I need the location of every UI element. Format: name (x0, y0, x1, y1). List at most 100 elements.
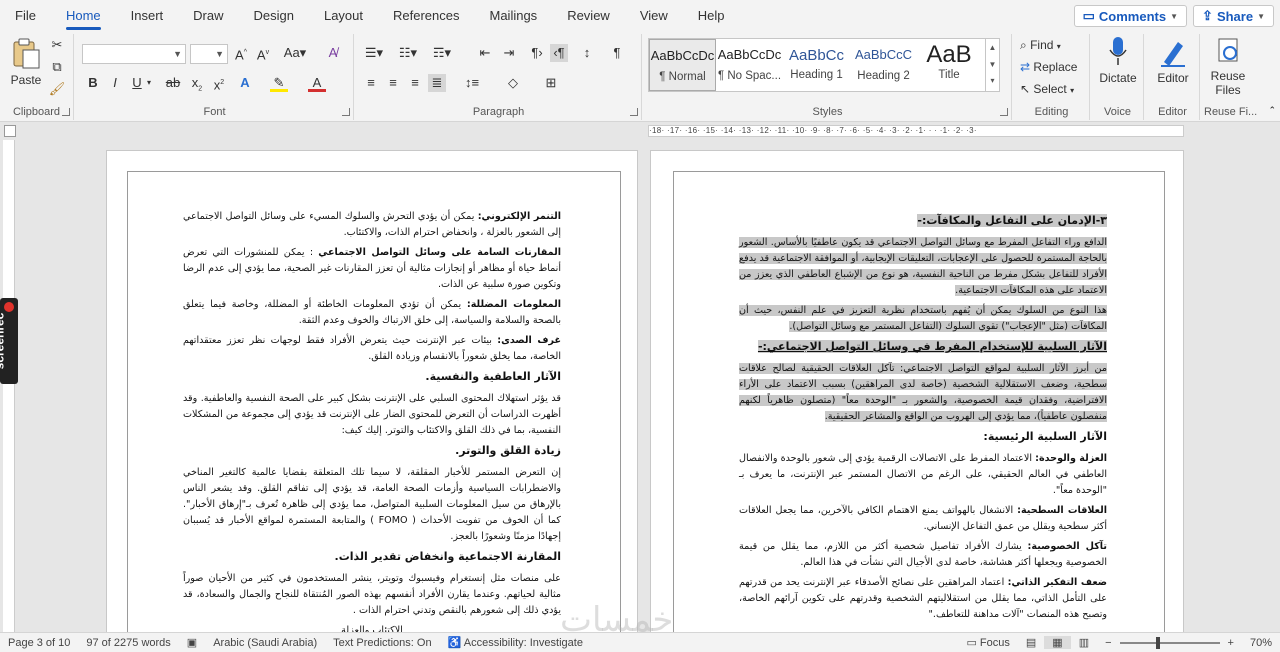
tab-mailings[interactable]: Mailings (475, 0, 553, 32)
microphone-icon (1109, 37, 1127, 65)
style-heading-2[interactable]: AaBbCcC Heading 2 (850, 39, 917, 91)
styles-group-label: Styles (812, 106, 843, 118)
format-painter-icon[interactable]: 🖌 (48, 80, 66, 98)
sort-icon[interactable]: ↕ (578, 44, 596, 62)
tab-file[interactable]: File (0, 0, 51, 32)
text-effects-icon[interactable]: A (236, 74, 254, 92)
comments-button[interactable]: ▭ Comments ▼ (1073, 5, 1188, 27)
highlight-icon[interactable]: ✎ (270, 74, 288, 92)
clear-formatting-icon[interactable]: A̸ (324, 44, 342, 62)
tab-view[interactable]: View (625, 0, 683, 32)
status-bar: Page 3 of 10 97 of 2275 words ▣ Arabic (… (0, 632, 1280, 652)
paste-button[interactable]: Paste (6, 38, 46, 87)
heading: زيادة القلق والتوتر. (455, 444, 561, 457)
tab-home[interactable]: Home (51, 0, 116, 32)
more-styles-icon[interactable]: ▾ (986, 73, 999, 89)
font-size-combo[interactable]: ▼ (190, 44, 228, 64)
rtl-icon[interactable]: ‹¶ (550, 44, 568, 62)
chevron-down-icon[interactable]: ▾ (144, 74, 154, 92)
paragraph-launcher[interactable] (630, 108, 638, 116)
gallery-scroll[interactable]: ▲ ▼ ▾ (985, 39, 999, 91)
clipboard-launcher[interactable] (62, 108, 70, 116)
italic-icon[interactable]: I (106, 74, 124, 92)
find-button[interactable]: ⌕ Find ▾ (1020, 38, 1061, 53)
replace-button[interactable]: ⇄ Replace (1020, 60, 1077, 74)
language-status[interactable]: Arabic (Saudi Arabia) (205, 637, 325, 649)
chevron-up-icon[interactable]: ▲ (986, 39, 999, 56)
chevron-down-icon[interactable]: ▼ (986, 56, 999, 73)
page-count[interactable]: Page 3 of 10 (0, 637, 78, 649)
styles-launcher[interactable] (1000, 108, 1008, 116)
focus-button[interactable]: ▭ Focus (958, 636, 1017, 649)
subscript-icon[interactable]: x2 (188, 74, 206, 93)
collapse-ribbon-icon[interactable]: ⌃ (1268, 105, 1276, 116)
cut-icon[interactable]: ✂ (48, 36, 66, 54)
proofing-icon[interactable]: ▣ (179, 636, 205, 649)
tab-references[interactable]: References (378, 0, 474, 32)
shrink-font-icon[interactable]: Av (254, 44, 272, 62)
screenrec-badge[interactable]: screenrec (0, 298, 18, 384)
styles-group: AaBbCcDc ¶ Normal AaBbCcDc ¶ No Spac... … (644, 34, 1012, 120)
shading-icon[interactable]: ◇ (504, 74, 522, 92)
font-group: ▼ ▼ A^ Av Aa▾ A̸ B I U ▾ ab x2 x2 A ✎ A … (76, 34, 354, 120)
word-count[interactable]: 97 of 2275 words (78, 637, 178, 649)
strikethrough-icon[interactable]: ab (164, 74, 182, 92)
ltr-icon[interactable]: ¶› (528, 44, 546, 62)
zoom-in-icon[interactable]: + (1220, 637, 1242, 649)
horizontal-ruler[interactable]: ·18· ·17· ·16· ·15· ·14· ·13· ·12· ·11· … (648, 125, 1184, 137)
tab-help[interactable]: Help (683, 0, 740, 32)
tab-design[interactable]: Design (239, 0, 309, 32)
chevron-down-icon: ▼ (215, 49, 224, 59)
style-no-spacing[interactable]: AaBbCcDc ¶ No Spac... (716, 39, 783, 91)
copy-icon[interactable]: ⧉ (48, 58, 66, 76)
web-layout-icon[interactable]: ▥ (1071, 636, 1097, 649)
paragraph: العزلة والوحدة: الاعتماد المفرط على الات… (739, 453, 1107, 496)
voice-group-label: Voice (1104, 106, 1131, 118)
tab-layout[interactable]: Layout (309, 0, 378, 32)
tab-draw[interactable]: Draw (178, 0, 238, 32)
style-normal[interactable]: AaBbCcDc ¶ Normal (649, 39, 716, 91)
increase-indent-icon[interactable]: ⇥ (500, 44, 518, 62)
borders-icon[interactable]: ⊞ (542, 74, 560, 92)
read-mode-icon[interactable]: ▤ (1018, 636, 1044, 649)
superscript-icon[interactable]: x2 (210, 74, 228, 92)
line-spacing-icon[interactable]: ↕≡ (460, 74, 484, 92)
style-heading-1[interactable]: AaBbCc Heading 1 (783, 39, 850, 91)
style-title[interactable]: AaB Title (917, 39, 981, 91)
numbering-icon[interactable]: ☷▾ (396, 44, 420, 62)
dictate-button[interactable]: Dictate (1096, 36, 1140, 85)
tab-selector[interactable] (4, 125, 16, 137)
change-case-icon[interactable]: Aa▾ (282, 44, 308, 62)
grow-font-icon[interactable]: A^ (232, 44, 250, 62)
page-right-content[interactable]: ٣-الإدمان على التفاعل والمكافآت:- الدافع… (739, 209, 1107, 627)
menu-bar: File Home Insert Draw Design Layout Refe… (0, 0, 1280, 32)
zoom-slider-thumb[interactable] (1155, 636, 1160, 649)
font-color-icon[interactable]: A (308, 74, 326, 92)
align-right-icon[interactable]: ≡ (406, 74, 424, 92)
show-marks-icon[interactable]: ¶ (608, 44, 626, 62)
print-layout-icon[interactable]: ▦ (1044, 636, 1071, 649)
reuse-files-button[interactable]: Reuse Files (1208, 36, 1248, 97)
font-launcher[interactable] (342, 108, 350, 116)
bullets-icon[interactable]: ☰▾ (362, 44, 386, 62)
bold-icon[interactable]: B (84, 74, 102, 92)
share-button[interactable]: ⇪ Share ▼ (1193, 5, 1274, 27)
zoom-slider[interactable] (1119, 636, 1220, 649)
zoom-level[interactable]: 70% (1242, 637, 1280, 649)
align-left-icon[interactable]: ≡ (362, 74, 380, 92)
editor-button[interactable]: Editor (1152, 36, 1194, 85)
select-button[interactable]: ↖ Select ▾ (1020, 82, 1074, 96)
decrease-indent-icon[interactable]: ⇤ (476, 44, 494, 62)
justify-icon[interactable]: ≣ (428, 74, 446, 92)
vertical-ruler[interactable] (3, 140, 15, 632)
tab-insert[interactable]: Insert (116, 0, 179, 32)
text-predictions-status[interactable]: Text Predictions: On (325, 637, 439, 649)
page-left-content[interactable]: التنمر الإلكتروني: يمكن أن يؤدي التحرش و… (183, 209, 561, 632)
multilevel-list-icon[interactable]: ☶▾ (430, 44, 454, 62)
align-center-icon[interactable]: ≡ (384, 74, 402, 92)
zoom-out-icon[interactable]: − (1097, 637, 1119, 649)
font-name-combo[interactable]: ▼ (82, 44, 186, 64)
accessibility-status[interactable]: ♿ Accessibility: Investigate (440, 636, 591, 649)
tab-review[interactable]: Review (552, 0, 625, 32)
paragraph: على منصات مثل إنستغرام وفيسبوك وتويتر، ي… (183, 573, 561, 616)
